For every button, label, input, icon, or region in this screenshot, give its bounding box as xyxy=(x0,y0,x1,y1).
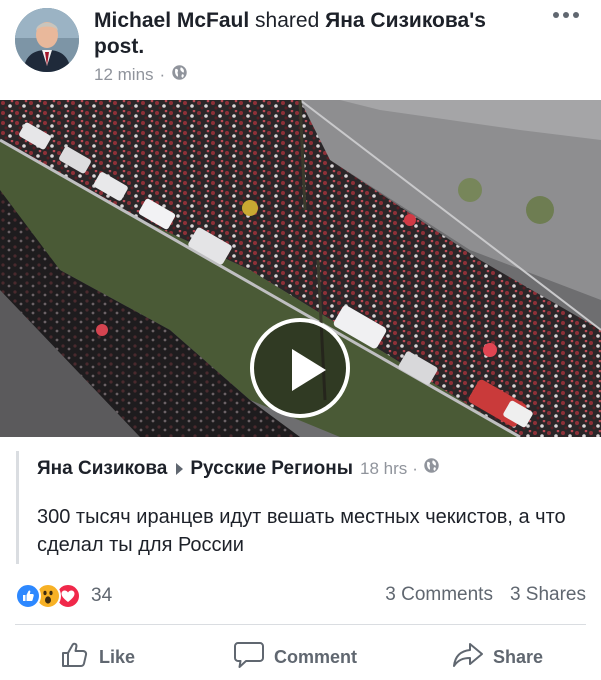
post-title: Michael McFaul shared Яна Сизикова's pos… xyxy=(94,8,534,60)
comments-count-link[interactable]: 3 Comments xyxy=(385,584,493,606)
shares-count-link[interactable]: 3 Shares xyxy=(510,584,586,606)
shared-from-name[interactable]: Яна Сизикова xyxy=(325,9,469,32)
share-arrow-icon xyxy=(452,640,493,675)
meta-separator: · xyxy=(412,458,418,478)
shared-post[interactable]: Яна Сизикова Русские Регионы 18 hrs · 30… xyxy=(16,451,585,564)
post-time[interactable]: 12 mins xyxy=(94,65,154,85)
share-label: Share xyxy=(493,647,544,667)
globe-icon[interactable] xyxy=(171,64,188,86)
post-link[interactable]: post. xyxy=(94,35,144,58)
speech-bubble-icon xyxy=(233,640,274,675)
post-meta: 12 mins · xyxy=(94,64,188,86)
post-stats: 34 3 Comments 3 Shares xyxy=(15,580,586,612)
shared-word: shared xyxy=(255,9,320,32)
shared-target-group[interactable]: Русские Регионы xyxy=(190,458,353,480)
meta-separator: · xyxy=(159,65,166,84)
possessive-suffix: 's xyxy=(469,9,486,32)
play-icon[interactable] xyxy=(250,318,350,418)
divider xyxy=(15,624,586,625)
engagement-counts: 3 Comments 3 Shares xyxy=(385,584,586,606)
triangle-right-icon xyxy=(176,462,184,475)
author-name[interactable]: Michael McFaul xyxy=(94,9,249,32)
video-player[interactable] xyxy=(0,100,601,437)
post-header: Michael McFaul shared Яна Сизикова's pos… xyxy=(0,0,601,100)
thumbs-up-icon xyxy=(60,640,99,675)
shared-author[interactable]: Яна Сизикова xyxy=(37,458,167,480)
like-button[interactable]: Like xyxy=(60,640,135,675)
like-reaction-icon xyxy=(15,583,41,609)
reactions-count: 34 xyxy=(91,585,113,606)
post-actions: Like Comment Share xyxy=(0,632,601,680)
avatar[interactable] xyxy=(15,8,79,72)
like-label: Like xyxy=(99,647,136,667)
comment-button[interactable]: Comment xyxy=(233,640,357,675)
comment-label: Comment xyxy=(274,647,358,667)
shared-post-time[interactable]: 18 hrs xyxy=(360,459,407,479)
reactions-summary[interactable]: 34 xyxy=(15,583,112,609)
share-button[interactable]: Share xyxy=(452,640,543,675)
globe-icon[interactable] xyxy=(423,457,440,480)
more-dots-icon[interactable] xyxy=(553,12,579,18)
shared-post-header: Яна Сизикова Русские Регионы 18 hrs · xyxy=(37,457,440,480)
shared-post-text: 300 тысяч иранцев идут вешать местных че… xyxy=(37,506,566,556)
